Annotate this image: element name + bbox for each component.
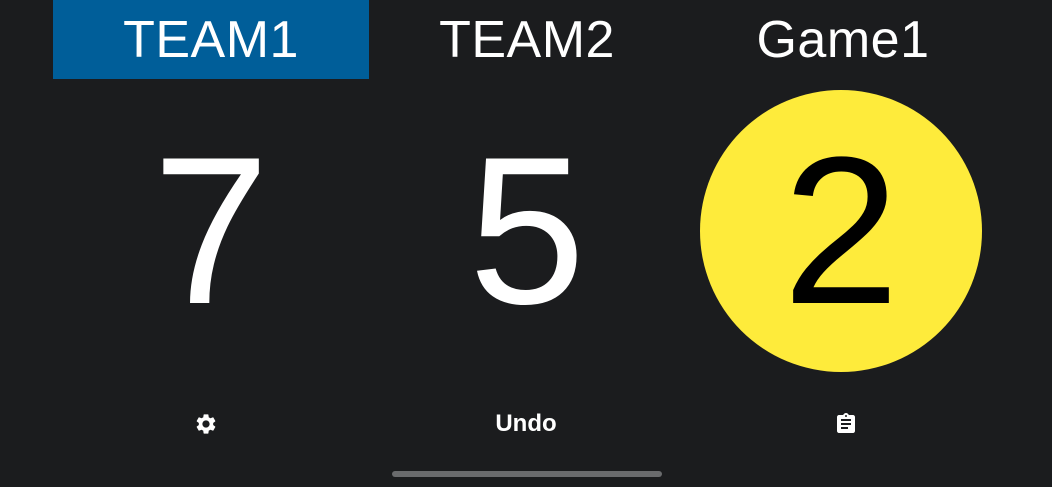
team2-score-value: 5 (468, 113, 586, 348)
undo-label: Undo (495, 410, 557, 437)
team1-name-label: TEAM1 (123, 10, 299, 69)
team1-score-value: 7 (152, 113, 270, 348)
undo-button[interactable]: Undo (470, 404, 582, 444)
game-label: Game1 (756, 10, 930, 69)
settings-button[interactable] (185, 404, 227, 444)
team1-name-header[interactable]: TEAM1 (53, 0, 369, 79)
clipboard-list-icon (834, 412, 858, 436)
team2-name-label: TEAM2 (439, 10, 615, 69)
team1-score[interactable]: 7 (53, 90, 369, 372)
game-count-circle[interactable]: 2 (700, 90, 982, 372)
game-label-header[interactable]: Game1 (685, 0, 1001, 79)
gear-icon (194, 412, 218, 436)
clipboard-button[interactable] (825, 404, 867, 444)
scoreboard-screen: TEAM1 TEAM2 Game1 7 5 2 Undo (0, 0, 1052, 487)
team2-name-header[interactable]: TEAM2 (369, 0, 685, 79)
game-count-value: 2 (782, 113, 900, 348)
navigation-handle[interactable] (392, 471, 662, 477)
team2-score[interactable]: 5 (369, 90, 685, 372)
